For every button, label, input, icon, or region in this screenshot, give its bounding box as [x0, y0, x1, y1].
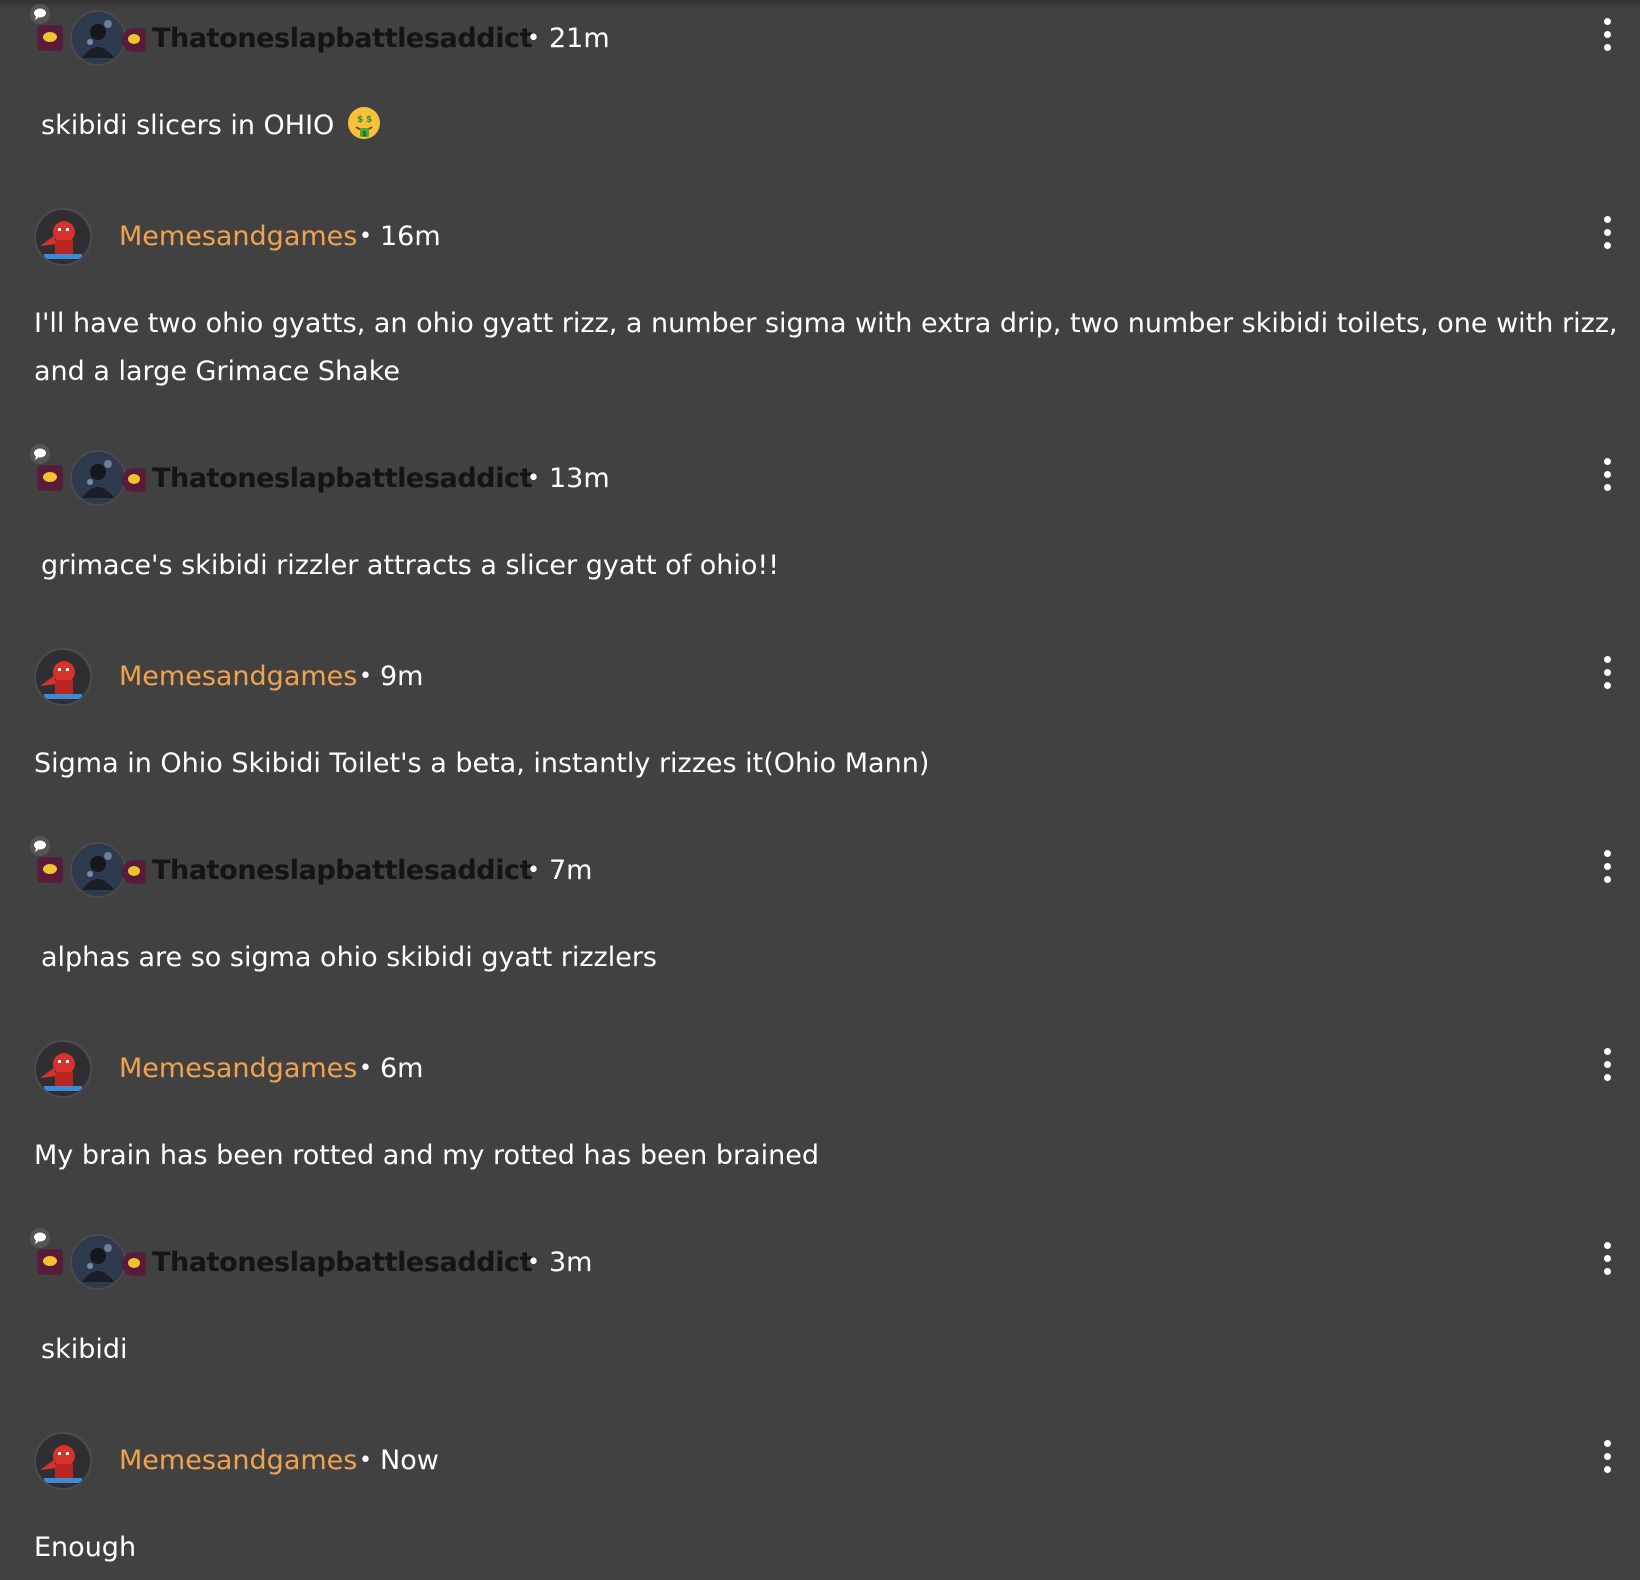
avatar[interactable] [22, 442, 152, 512]
more-options-button[interactable] [1596, 1438, 1618, 1478]
avatar-frame-icon [30, 4, 146, 66]
separator-dot: • [527, 466, 540, 491]
separator-dot: • [359, 1448, 372, 1473]
avatar-frame-icon [30, 1228, 146, 1290]
separator-dot: • [359, 664, 372, 689]
comment-header: Memesandgames • 6m [0, 1032, 1640, 1102]
comment-body: Enough [34, 1532, 137, 1563]
comment-author[interactable]: Thatoneslapbattlesaddict [152, 462, 533, 496]
svg-text:$: $ [357, 115, 363, 125]
comment-body: grimace's skibidi rizzler attracts a sli… [41, 550, 780, 581]
comment-time: 16m [380, 221, 441, 252]
comment-header: Thatoneslapbattlesaddict • 21m [0, 2, 1640, 72]
comment-author[interactable]: Thatoneslapbattlesaddict [152, 1246, 533, 1280]
user-avatar-icon [36, 1434, 90, 1488]
user-avatar-icon [36, 1042, 90, 1096]
comment-time: 6m [380, 1053, 424, 1084]
more-options-button[interactable] [1596, 456, 1618, 496]
more-options-button[interactable] [1596, 16, 1618, 56]
svg-text:$: $ [366, 115, 372, 125]
avatar[interactable] [22, 2, 152, 72]
more-options-button[interactable] [1596, 214, 1618, 254]
separator-dot: • [527, 1250, 540, 1275]
comment-body: alphas are so sigma ohio skibidi gyatt r… [41, 942, 657, 973]
comment-time: 7m [549, 855, 593, 886]
avatar[interactable] [34, 208, 92, 266]
separator-dot: • [527, 858, 540, 883]
avatar[interactable] [22, 1226, 152, 1296]
comment-author[interactable]: Memesandgames [119, 1444, 357, 1478]
comment-body: My brain has been rotted and my rotted h… [34, 1140, 820, 1171]
user-avatar-icon [36, 210, 90, 264]
comment-author[interactable]: Thatoneslapbattlesaddict [152, 854, 533, 888]
comment-time: 9m [380, 661, 424, 692]
more-options-button[interactable] [1596, 654, 1618, 694]
more-options-button[interactable] [1596, 848, 1618, 888]
svg-text:$: $ [362, 130, 367, 138]
comment-header: Thatoneslapbattlesaddict • 3m [0, 1226, 1640, 1296]
comment-body: skibidi slicers in OHIO $ $ $ [41, 102, 1631, 150]
more-options-button[interactable] [1596, 1046, 1618, 1086]
comment-header: Memesandgames • 16m [0, 200, 1640, 270]
comment-time: 13m [549, 463, 610, 494]
comment-header: Memesandgames • Now [0, 1424, 1640, 1494]
user-avatar-icon [36, 650, 90, 704]
separator-dot: • [527, 26, 540, 51]
comment-author[interactable]: Memesandgames [119, 220, 357, 254]
avatar[interactable] [34, 648, 92, 706]
avatar[interactable] [22, 834, 152, 904]
avatar-frame-icon [30, 444, 146, 506]
comment-author[interactable]: Memesandgames [119, 1052, 357, 1086]
comment-header: Memesandgames • 9m [0, 640, 1640, 710]
avatar-frame-icon [30, 836, 146, 898]
comment-header: Thatoneslapbattlesaddict • 7m [0, 834, 1640, 904]
money-mouth-face-emoji: $ $ $ [347, 107, 380, 139]
comment-author[interactable]: Thatoneslapbattlesaddict [152, 22, 533, 56]
comment-body: I'll have two ohio gyatts, an ohio gyatt… [34, 308, 1618, 387]
comment-time: 3m [549, 1247, 593, 1278]
comment-time: 21m [549, 23, 610, 54]
separator-dot: • [359, 1056, 372, 1081]
comment-author[interactable]: Memesandgames [119, 660, 357, 694]
comment-header: Thatoneslapbattlesaddict • 13m [0, 442, 1640, 512]
comment-body: Sigma in Ohio Skibidi Toilet's a beta, i… [34, 748, 930, 779]
avatar[interactable] [34, 1040, 92, 1098]
comment-time: Now [380, 1445, 439, 1476]
comment-text: skibidi slicers in OHIO [41, 110, 335, 141]
comment-body: skibidi [41, 1334, 128, 1365]
separator-dot: • [359, 224, 372, 249]
more-options-button[interactable] [1596, 1240, 1618, 1280]
avatar[interactable] [34, 1432, 92, 1490]
